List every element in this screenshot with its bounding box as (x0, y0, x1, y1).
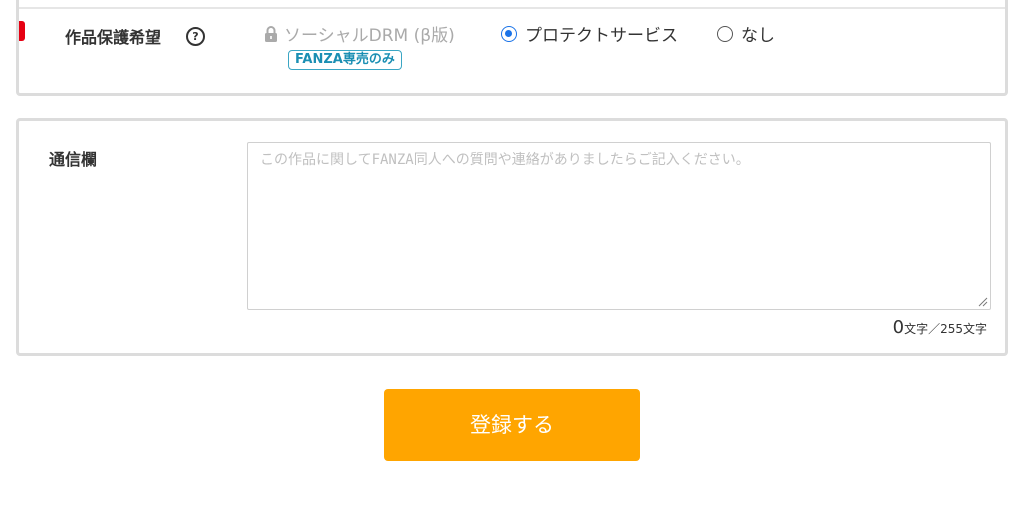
character-counter: 0 文字／255文字 (893, 317, 987, 338)
question-circle-icon[interactable]: ? (186, 27, 205, 46)
page: 作品保護希望 ? ソーシャルDRM (β版) プロテクトサービス なし FANZ… (0, 0, 1024, 514)
radio-protect-service[interactable] (501, 25, 517, 42)
register-button[interactable]: 登録する (384, 389, 640, 461)
fanza-exclusive-badge: FANZA専売のみ (288, 50, 402, 70)
option-none-label: なし (741, 26, 775, 46)
option-protect-service-label: プロテクトサービス (525, 26, 678, 46)
protection-section: 作品保護希望 ? ソーシャルDRM (β版) プロテクトサービス なし FANZ… (16, 0, 1008, 96)
message-textarea[interactable] (247, 142, 991, 310)
character-count: 0 (892, 317, 905, 338)
character-limit: 文字／255文字 (904, 322, 987, 336)
resize-handle-icon[interactable] (977, 296, 988, 307)
section-divider (19, 7, 1005, 9)
option-social-drm: ソーシャルDRM (β版) (264, 21, 455, 46)
protection-label: 作品保護希望 (65, 28, 162, 47)
radio-none[interactable] (717, 25, 733, 42)
lock-icon (265, 25, 277, 42)
message-label: 通信欄 (49, 150, 98, 169)
option-none[interactable]: なし (717, 21, 775, 46)
option-social-drm-label: ソーシャルDRM (β版) (284, 26, 455, 46)
option-protect-service[interactable]: プロテクトサービス (501, 21, 678, 46)
required-marker (19, 21, 25, 41)
message-section: 通信欄 0 文字／255文字 (16, 118, 1008, 356)
